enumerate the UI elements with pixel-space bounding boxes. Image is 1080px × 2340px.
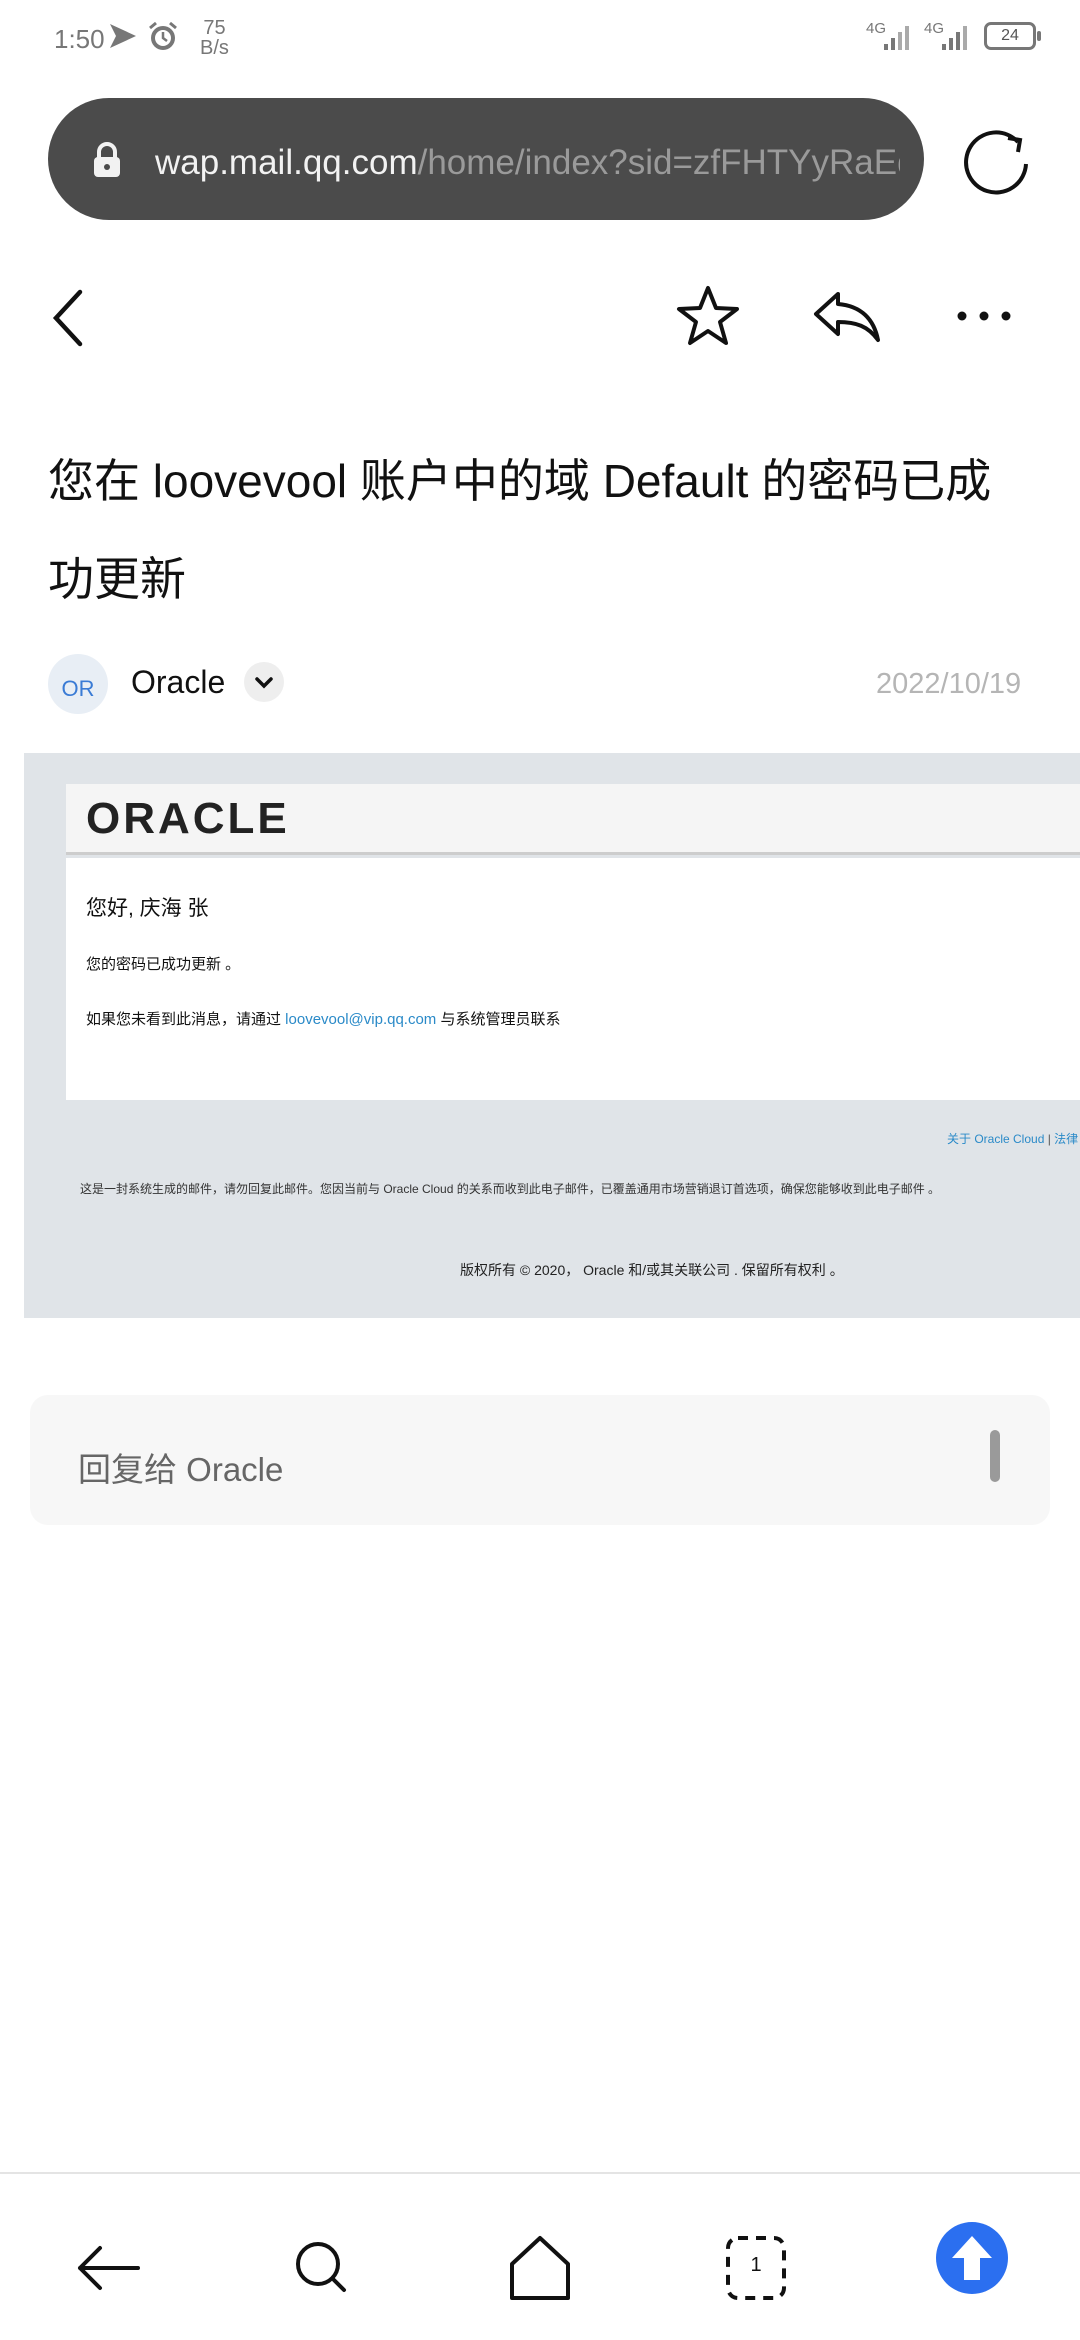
more-button[interactable] — [936, 268, 1032, 364]
copyright: 版权所有 © 2020， Oracle 和/或其关联公司 . 保留所有权利 。 — [460, 1262, 844, 1278]
nav-tabs-button[interactable]: 1 — [708, 2220, 804, 2316]
more-icon — [957, 311, 1011, 321]
alarm-icon — [146, 20, 180, 54]
reply-button[interactable] — [798, 268, 894, 364]
resize-handle[interactable] — [990, 1430, 1000, 1482]
tab-count: 1 — [750, 2254, 762, 2276]
chevron-down-icon — [255, 677, 273, 689]
email-greeting: 您好, 庆海 张 — [86, 897, 209, 920]
email-content-card — [66, 858, 1080, 1100]
legal-link[interactable]: 法律 — [1054, 1132, 1078, 1146]
footer-links: 关于 Oracle Cloud | 法律 — [947, 1132, 1079, 1146]
nav-back-button[interactable] — [60, 2220, 156, 2316]
home-icon — [510, 2236, 570, 2300]
scroll-top-button[interactable] — [936, 2222, 1008, 2294]
sender-name[interactable]: Oracle — [131, 664, 225, 701]
search-icon — [296, 2242, 346, 2292]
chevron-left-icon — [52, 289, 83, 347]
send-icon — [108, 22, 138, 50]
network-speed: 75 B/s — [200, 17, 229, 59]
favorite-button[interactable] — [660, 268, 756, 364]
nav-divider — [0, 2172, 1080, 2174]
sender-avatar[interactable]: OR — [48, 654, 108, 714]
lock-icon — [90, 140, 124, 180]
email-date: 2022/10/19 — [876, 668, 1022, 700]
battery-indicator: 24 — [984, 22, 1041, 50]
nav-home-button[interactable] — [492, 2220, 588, 2316]
signal-icon-2 — [938, 22, 972, 52]
sender-details-toggle[interactable] — [244, 662, 284, 702]
email-line-2: 如果您未看到此消息，请通过 loovevool@vip.qq.com 与系统管理… — [86, 1011, 561, 1028]
email-line-1: 您的密码已成功更新 。 — [86, 956, 241, 973]
star-icon — [677, 286, 739, 345]
refresh-button[interactable] — [948, 112, 1044, 208]
url-text[interactable]: wap.mail.qq.com/home/index?sid=zfFHTYyRa… — [155, 143, 900, 183]
arrow-up-icon — [952, 2236, 992, 2280]
arrow-left-icon — [78, 2246, 140, 2290]
refresh-icon — [964, 130, 1028, 195]
reply-icon — [814, 292, 880, 342]
email-subject: 您在 loovevool 账户中的域 Default 的密码已成功更新 — [48, 455, 992, 605]
reply-placeholder: 回复给 Oracle — [78, 1451, 284, 1488]
status-time: 1:50 — [54, 24, 105, 54]
nav-search-button[interactable] — [274, 2220, 370, 2316]
oracle-logo: ORACLE — [86, 794, 290, 843]
admin-email-link[interactable]: loovevool@vip.qq.com — [285, 1011, 436, 1028]
signal-icon-1 — [880, 22, 914, 52]
footer-note: 这是一封系统生成的邮件，请勿回复此邮件。您因当前与 Oracle Cloud 的… — [80, 1182, 941, 1196]
back-button[interactable] — [28, 270, 124, 366]
about-oracle-cloud-link[interactable]: 关于 Oracle Cloud — [947, 1132, 1044, 1146]
